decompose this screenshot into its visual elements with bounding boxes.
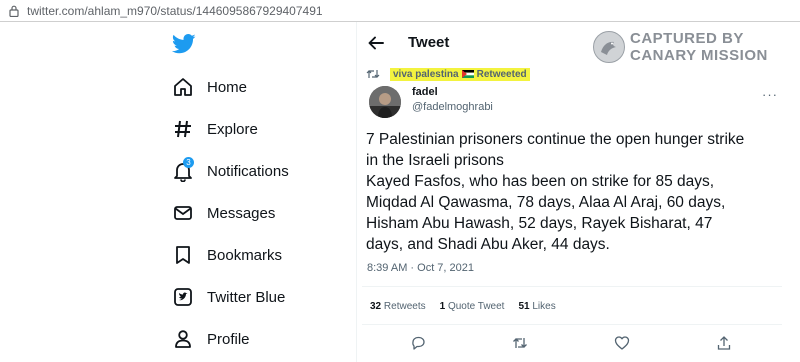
- nav-explore-label: Explore: [207, 120, 258, 138]
- twitter-blue-icon: [170, 284, 196, 310]
- nav-messages[interactable]: Messages: [170, 198, 340, 228]
- bookmark-icon: [170, 242, 196, 268]
- quote-tweets-label: Quote Tweet: [447, 301, 505, 312]
- quote-tweets-count: 1: [439, 301, 446, 312]
- person-icon: [170, 326, 196, 352]
- reply-icon[interactable]: [410, 335, 426, 351]
- retweets-count: 32: [370, 301, 382, 312]
- canary-mission-watermark: CAPTURED BY CANARY MISSION: [592, 30, 792, 66]
- nav-bookmarks[interactable]: Bookmarks: [170, 240, 340, 270]
- column-divider: [356, 22, 357, 362]
- tweet-text-line: Kayed Fasfos, who has been on strike for…: [366, 173, 715, 190]
- author-name[interactable]: fadel: [412, 86, 438, 98]
- nav-notifications[interactable]: 3 Notifications: [170, 156, 340, 186]
- nav-home[interactable]: Home: [170, 72, 340, 102]
- likes-count: 51: [518, 301, 530, 312]
- lock-icon: [9, 5, 19, 17]
- nav-bookmarks-label: Bookmarks: [207, 246, 283, 264]
- tweet-stats: 32 Retweets 1 Quote Tweet 51 Likes: [370, 301, 570, 312]
- home-icon: [170, 74, 196, 100]
- notification-badge: 3: [183, 157, 194, 168]
- retweet-context: viva palestina Retweeted: [366, 66, 530, 82]
- nav-notifications-label: Notifications: [207, 162, 289, 180]
- canary-logo-icon: [593, 31, 625, 63]
- retweets-label: Retweets: [383, 301, 426, 312]
- nav-messages-label: Messages: [207, 204, 276, 222]
- back-arrow-icon[interactable]: [367, 34, 385, 52]
- retweeted-label: Retweeted: [476, 68, 527, 80]
- browser-url-bar[interactable]: twitter.com/ahlam_m970/status/1446095867…: [0, 0, 800, 22]
- nav-twitter-blue-label: Twitter Blue: [207, 288, 286, 306]
- more-options-button[interactable]: ···: [762, 87, 778, 102]
- retweeted-by-highlight: viva palestina Retweeted: [390, 67, 530, 81]
- watermark-line-2: CANARY MISSION: [630, 47, 768, 64]
- tweet-text-line: in the Israeli prisons: [366, 152, 504, 169]
- tweet-timestamp[interactable]: 8:39 AM · Oct 7, 2021: [367, 262, 474, 274]
- envelope-icon: [170, 200, 196, 226]
- tweet-action-bar: [362, 335, 782, 353]
- url-text[interactable]: twitter.com/ahlam_m970/status/1446095867…: [27, 4, 323, 18]
- avatar[interactable]: [369, 86, 401, 118]
- tweet-text-line: Hisham Abu Hawash, 52 days, Rayek Bishar…: [366, 215, 713, 232]
- divider: [362, 286, 782, 287]
- nav-profile[interactable]: Profile: [170, 324, 340, 354]
- divider: [362, 324, 782, 325]
- tweet-text: 7 Palestinian prisoners continue the ope…: [366, 129, 766, 255]
- retweets-stat[interactable]: 32 Retweets: [370, 301, 426, 312]
- tweet-text-line: 7 Palestinian prisoners continue the ope…: [366, 131, 745, 148]
- page-title: Tweet: [408, 34, 450, 51]
- quote-tweets-stat[interactable]: 1 Quote Tweet: [440, 301, 505, 312]
- tweet-text-line: Miqdad Al Qawasma, 78 days, Alaa Al Araj…: [366, 194, 726, 211]
- nav-twitter-blue[interactable]: Twitter Blue: [170, 282, 340, 312]
- like-icon[interactable]: [614, 335, 630, 351]
- nav-explore[interactable]: Explore: [170, 114, 340, 144]
- likes-label: Likes: [532, 301, 556, 312]
- tweet-text-line: days, and Shadi Abu Aker, 44 days.: [366, 236, 610, 253]
- retweet-icon: [366, 70, 380, 78]
- watermark-line-1: CAPTURED BY: [630, 30, 744, 47]
- retweet-action-icon[interactable]: [512, 335, 528, 351]
- avatar-image: [369, 86, 401, 118]
- bell-icon: 3: [170, 157, 196, 184]
- hashtag-icon: [170, 116, 196, 142]
- retweeter-name[interactable]: viva palestina: [393, 69, 459, 80]
- author-handle[interactable]: @fadelmoghrabi: [412, 101, 493, 113]
- nav-profile-label: Profile: [207, 330, 250, 348]
- likes-stat[interactable]: 51 Likes: [518, 301, 555, 312]
- nav-home-label: Home: [207, 78, 248, 96]
- palestine-flag-icon: [461, 70, 474, 78]
- twitter-bird-icon[interactable]: [172, 33, 196, 55]
- share-icon[interactable]: [716, 335, 732, 351]
